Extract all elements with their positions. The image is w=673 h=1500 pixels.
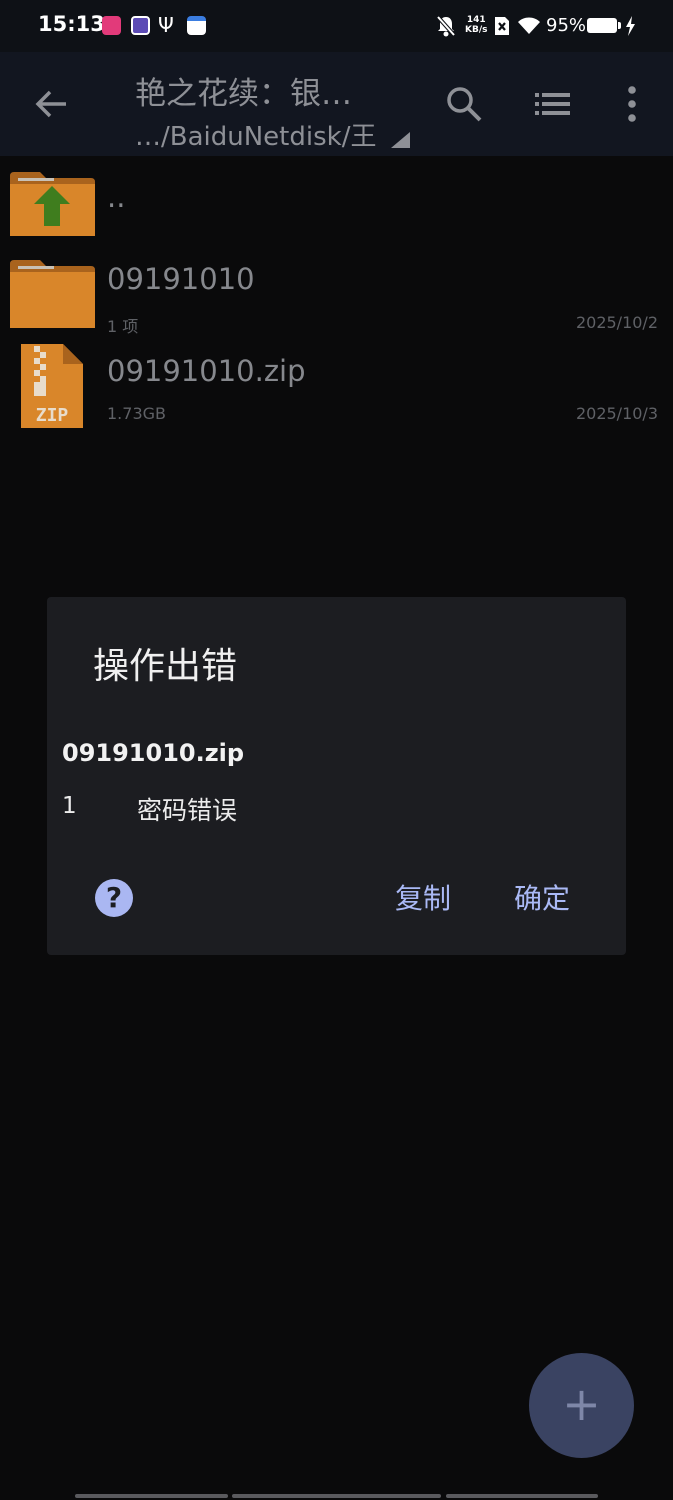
nav-gesture-bar: [232, 1494, 441, 1498]
ok-button[interactable]: 确定: [514, 877, 570, 917]
app-icon-pink: [102, 16, 121, 35]
folder-title: 艳之花续：银…: [135, 76, 352, 112]
usb-icon: Ψ: [158, 13, 174, 37]
battery-percent: 95%: [546, 15, 587, 36]
help-icon[interactable]: ?: [95, 879, 133, 917]
file-date: 2025/10/3: [575, 404, 658, 423]
status-time: 15:13: [38, 12, 105, 36]
back-arrow-icon[interactable]: [34, 86, 70, 122]
add-fab-button[interactable]: +: [529, 1353, 634, 1458]
list-item-zip[interactable]: ZIP 09191010.zip 1.73GB 2025/10/3: [0, 342, 673, 432]
list-view-icon[interactable]: [533, 84, 573, 124]
speed-value: 141: [466, 15, 486, 25]
error-dialog: 操作出错 09191010.zip 1 密码错误 ? 复制 确定: [47, 597, 626, 955]
file-meta: 1 项: [107, 317, 139, 336]
app-icon-calendar: [187, 16, 206, 35]
zip-file-icon: ZIP: [21, 344, 83, 428]
battery-icon: [587, 18, 621, 33]
sim-x-icon: [495, 17, 509, 35]
svg-text:ZIP: ZIP: [36, 405, 69, 426]
error-index: 1: [62, 793, 77, 819]
list-item-parent[interactable]: ..: [0, 166, 673, 256]
speed-unit: KB/s: [465, 25, 488, 35]
mute-bell-icon: [436, 15, 456, 37]
nav-gesture-bar: [75, 1494, 228, 1498]
app-toolbar: 艳之花续：银… …/BaiduNetdisk/王: [0, 52, 673, 156]
file-name: 09191010.zip: [107, 354, 306, 388]
wifi-icon: [518, 17, 540, 34]
file-name: 09191010: [107, 262, 255, 296]
folder-up-icon: [10, 172, 95, 236]
folder-path[interactable]: …/BaiduNetdisk/王: [135, 116, 405, 153]
list-item-folder[interactable]: 09191010 1 项 2025/10/2: [0, 258, 673, 348]
more-vert-icon[interactable]: [612, 84, 652, 124]
app-icon-purple: [131, 16, 150, 35]
charging-bolt-icon: [626, 16, 635, 36]
folder-icon: [10, 260, 95, 328]
nav-gesture-bar: [446, 1494, 598, 1498]
network-speed: 141 KB/s: [465, 15, 487, 35]
path-dropdown-icon[interactable]: [391, 132, 410, 148]
dialog-file-name: 09191010.zip: [62, 739, 245, 767]
dialog-title: 操作出错: [93, 646, 238, 687]
search-icon[interactable]: [444, 84, 484, 124]
file-meta: 1.73GB: [107, 404, 166, 423]
file-date: 2025/10/2: [575, 313, 658, 332]
error-message: 密码错误: [137, 796, 238, 825]
file-name: ..: [107, 180, 126, 214]
status-bar: 15:13 Ψ 141 KB/s 95%: [0, 0, 673, 52]
copy-button[interactable]: 复制: [395, 877, 451, 917]
